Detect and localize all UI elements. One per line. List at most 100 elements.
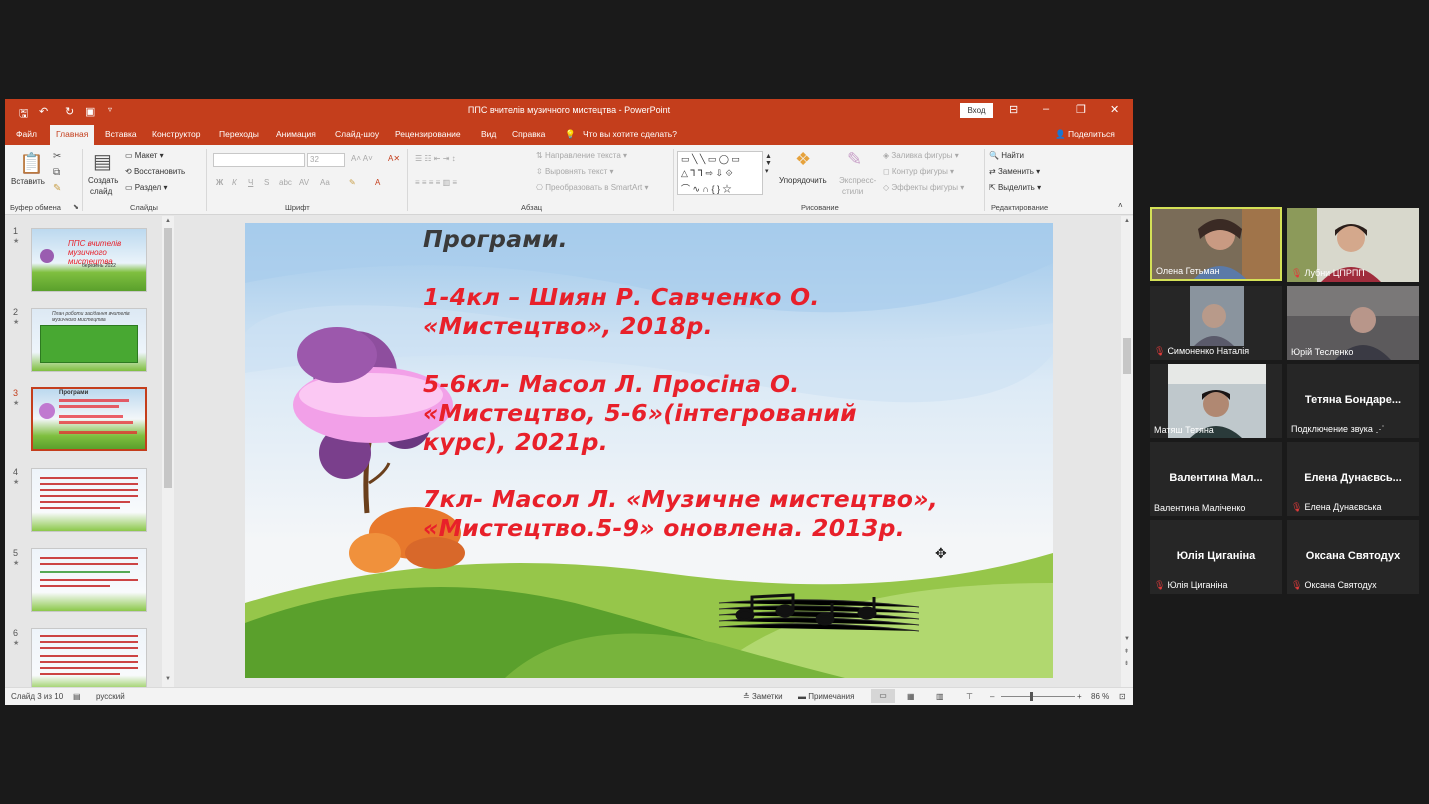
login-button[interactable]: Вход xyxy=(960,103,993,118)
shapes-gallery[interactable]: ▭ ╲ ╲ ▭ ◯ ▭ △ ⅂ ⅂ ⇨ ⇩ ⟐ ⌒ ∿ ∩ { } ☆ xyxy=(677,151,763,195)
font-color-icon[interactable]: A xyxy=(375,178,380,187)
layout-button[interactable]: ▭ Макет ▾ xyxy=(125,151,164,160)
section-button[interactable]: ▭ Раздел ▾ xyxy=(125,183,167,192)
spellcheck-icon[interactable]: ▤ xyxy=(73,692,81,701)
strike-button[interactable]: abc xyxy=(279,178,292,187)
cut-icon[interactable]: ✂ xyxy=(53,151,61,162)
normal-view-icon[interactable]: ▭ xyxy=(871,689,895,703)
arrange-button[interactable]: Упорядочить xyxy=(779,176,827,185)
paste-icon[interactable]: 📋 xyxy=(19,151,44,176)
bold-button[interactable]: Ж xyxy=(216,178,223,187)
tab-design[interactable]: Конструктор xyxy=(152,129,200,139)
new-slide-icon[interactable]: ▤ xyxy=(93,149,112,174)
bullets-icon[interactable]: ☰ ☷ ⇤ ⇥ ↕ xyxy=(415,154,456,163)
zoom-in-icon[interactable]: + xyxy=(1077,692,1082,701)
quick-styles-button[interactable]: Экспресс- xyxy=(839,176,876,185)
highlight-icon[interactable]: ✎ xyxy=(349,178,356,187)
text-direction-button[interactable]: ⇅ Направление текста ▾ xyxy=(536,151,627,160)
find-button[interactable]: 🔍 Найти xyxy=(989,151,1024,160)
tab-review[interactable]: Рецензирование xyxy=(395,129,461,139)
participant-tile[interactable]: Матяш Тетяна xyxy=(1150,364,1282,438)
font-grow-icon[interactable]: A˄ A˅ xyxy=(351,154,373,163)
participant-tile[interactable]: Елена Дунаєвсь... 🎙 Елена Дунаєвська xyxy=(1287,442,1419,516)
clear-format-icon[interactable]: A✕ xyxy=(388,154,400,163)
tab-help[interactable]: Справка xyxy=(512,129,545,139)
prev-slide-icon[interactable]: ⇞ xyxy=(1124,648,1129,655)
tab-slideshow[interactable]: Слайд-шоу xyxy=(335,129,379,139)
participant-tile[interactable]: 🎙 Симоненко Наталія xyxy=(1150,286,1282,360)
zoom-slider[interactable] xyxy=(1001,696,1075,697)
zoom-out-icon[interactable]: – xyxy=(990,692,994,701)
participant-tile[interactable]: Юрій Тесленко xyxy=(1287,286,1419,360)
zoom-level[interactable]: 86 % xyxy=(1091,692,1109,701)
slide-canvas[interactable]: Програми. 1-4кл – Шиян Р. Савченко О. «М… xyxy=(245,223,1053,678)
ribbon: 📋 Вставить ✂ ⧉ ✎ Буфер обмена ⬊ ▤ Создат… xyxy=(5,145,1133,215)
participant-tile[interactable]: Валентина Мал... Валентина Маліченко xyxy=(1150,442,1282,516)
participant-tile[interactable]: Оксана Святодух 🎙 Оксана Святодух xyxy=(1287,520,1419,594)
minimize-icon[interactable]: – xyxy=(1043,103,1049,115)
copy-icon[interactable]: ⧉ xyxy=(53,167,60,178)
align-icons[interactable]: ≡ ≡ ≡ ≡ ▥ ≡ xyxy=(415,178,457,187)
paste-button[interactable]: Вставить xyxy=(11,177,45,186)
next-slide-icon[interactable]: ⇟ xyxy=(1124,660,1129,667)
new-slide-button[interactable]: Создать xyxy=(88,176,118,185)
dialog-launcher-icon[interactable]: ⬊ xyxy=(73,203,79,211)
slide-thumbnail-6[interactable] xyxy=(31,628,147,692)
comments-button[interactable]: ▬ Примечания xyxy=(798,692,854,701)
collapse-ribbon-icon[interactable]: ˄ xyxy=(1118,201,1123,210)
close-icon[interactable]: ✕ xyxy=(1110,103,1119,116)
italic-button[interactable]: К xyxy=(232,178,237,187)
slide-scrollbar[interactable]: ▲ ▼ ⇞ ⇟ xyxy=(1121,216,1133,687)
participant-name: Олена Гетьман xyxy=(1156,266,1220,276)
notes-button[interactable]: ≛ Заметки xyxy=(743,692,783,701)
ribbon-display-icon[interactable]: ⊟ xyxy=(1009,103,1018,116)
share-button[interactable]: 👤 Поделиться xyxy=(1055,129,1115,140)
font-name-input[interactable] xyxy=(213,153,305,167)
language-status[interactable]: русский xyxy=(96,692,125,701)
case-button[interactable]: Aa xyxy=(320,178,330,187)
slide-thumbnail-5[interactable] xyxy=(31,548,147,612)
tab-insert[interactable]: Вставка xyxy=(105,129,137,139)
slide-thumbnail-2[interactable]: План роботи засідання вчителів музичного… xyxy=(31,308,147,372)
tab-home[interactable]: Главная xyxy=(50,125,95,145)
underline-button[interactable]: Ч xyxy=(248,178,253,187)
shape-fill-button[interactable]: ◈ Заливка фигуры ▾ xyxy=(883,151,959,160)
slide-scroll-thumb[interactable] xyxy=(1123,338,1131,374)
gallery-scroll-icon[interactable]: ▲ ▼ ▾ xyxy=(765,153,772,175)
thumbnail-scrollbar[interactable]: ▲ ▼ xyxy=(162,216,174,687)
tab-transitions[interactable]: Переходы xyxy=(219,129,259,139)
font-size-input[interactable]: 32 xyxy=(307,153,345,167)
participant-tile[interactable]: Тетяна Бондаре... Подключение звука ⋰ xyxy=(1287,364,1419,438)
align-text-button[interactable]: ⇳ Выровнять текст ▾ xyxy=(536,167,614,176)
tab-view[interactable]: Вид xyxy=(481,129,496,139)
participant-tile[interactable]: Олена Гетьман xyxy=(1150,207,1282,281)
format-painter-icon[interactable]: ✎ xyxy=(53,183,61,194)
maximize-icon[interactable]: ❐ xyxy=(1076,103,1086,116)
slide-thumbnail-1[interactable]: ППС вчителів музичного мистецтва березен… xyxy=(31,228,147,292)
select-button[interactable]: ⇱ Выделить ▾ xyxy=(989,183,1041,192)
fit-to-window-icon[interactable]: ⊡ xyxy=(1119,692,1126,701)
arrange-icon[interactable]: ❖ xyxy=(795,149,811,170)
muted-mic-icon: 🎙 xyxy=(1154,580,1166,590)
reading-view-icon[interactable]: ▥ xyxy=(936,692,944,701)
shape-outline-button[interactable]: ◻ Контур фигуры ▾ xyxy=(883,167,954,176)
reset-button[interactable]: ⟲ Восстановить xyxy=(125,167,185,176)
slide-sorter-icon[interactable]: ▦ xyxy=(907,692,915,701)
shape-effects-button[interactable]: ◇ Эффекты фигуры ▾ xyxy=(883,183,964,192)
participant-name: Юрій Тесленко xyxy=(1291,347,1354,357)
slideshow-view-icon[interactable]: ⊤ xyxy=(966,692,973,701)
participant-tile[interactable]: Юлія Циганіна 🎙 Юлія Циганіна xyxy=(1150,520,1282,594)
smartart-button[interactable]: ⎔ Преобразовать в SmartArt ▾ xyxy=(536,183,649,192)
tab-animations[interactable]: Анимация xyxy=(276,129,316,139)
spacing-button[interactable]: AV xyxy=(299,178,309,187)
quick-styles-icon[interactable]: ✎ xyxy=(847,149,862,170)
participant-tile[interactable]: 🎙 Лубни ЦПРПП xyxy=(1287,208,1419,282)
zoom-slider-thumb[interactable] xyxy=(1030,692,1033,701)
tell-me-input[interactable]: Что вы хотите сделать? xyxy=(583,129,677,139)
slide-thumbnail-4[interactable] xyxy=(31,468,147,532)
shadow-button[interactable]: S xyxy=(264,178,269,187)
slide-thumbnail-3[interactable]: Програми xyxy=(31,387,147,451)
thumbnail-scroll-thumb[interactable] xyxy=(164,228,172,488)
tab-file[interactable]: Файл xyxy=(16,129,37,139)
replace-button[interactable]: ⇄ Заменить ▾ xyxy=(989,167,1040,176)
